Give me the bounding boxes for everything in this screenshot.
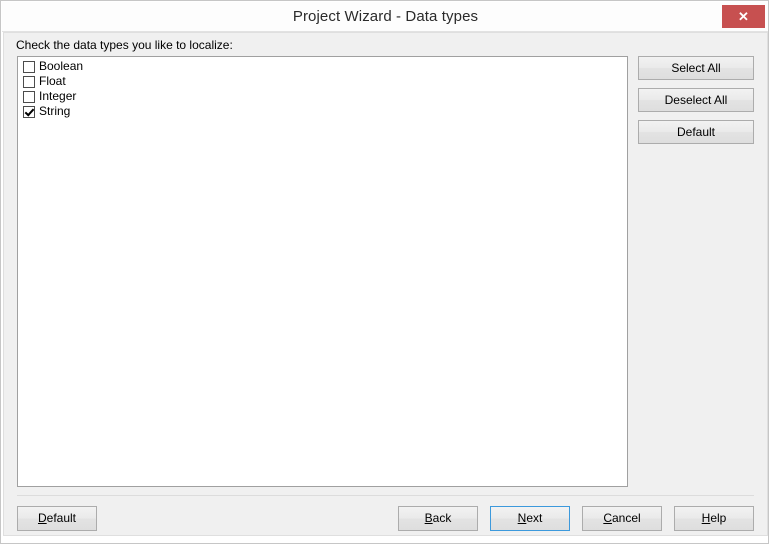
list-item-label: Float (39, 74, 66, 88)
checkbox-integer[interactable] (23, 90, 35, 103)
back-button[interactable]: Back (398, 506, 478, 531)
list-item-label: String (39, 104, 71, 118)
cancel-button[interactable]: Cancel (582, 506, 662, 531)
help-button-label: elp (710, 511, 727, 525)
checkbox-string[interactable] (23, 105, 35, 118)
prompt-label: Check the data types you like to localiz… (16, 38, 233, 52)
footer-separator (17, 495, 754, 496)
next-button[interactable]: Next (490, 506, 570, 531)
close-icon: ✕ (738, 9, 749, 24)
list-actions: Select All Deselect All Default (638, 56, 754, 152)
checkbox-boolean[interactable] (23, 60, 35, 73)
list-item[interactable]: Float (18, 74, 627, 89)
list-item[interactable]: String (18, 104, 627, 119)
next-button-label: ext (526, 511, 543, 525)
window-title: Project Wizard - Data types (292, 8, 479, 25)
data-types-list[interactable]: Boolean Float Integer String (17, 56, 628, 487)
checkbox-float[interactable] (23, 75, 35, 88)
close-button[interactable]: ✕ (722, 5, 765, 28)
select-all-button[interactable]: Select All (638, 56, 754, 80)
default-list-button[interactable]: Default (638, 120, 754, 144)
dialog-body: Check the data types you like to localiz… (3, 32, 768, 536)
cancel-button-label: ancel (611, 511, 641, 525)
default-button-label: efault (46, 511, 77, 525)
list-item-label: Boolean (39, 59, 84, 73)
project-wizard-dialog: Project Wizard - Data types ✕ Check the … (0, 0, 769, 544)
default-button-mnemonic: D (37, 511, 47, 525)
deselect-all-button[interactable]: Deselect All (638, 88, 754, 112)
help-button[interactable]: Help (674, 506, 754, 531)
list-item[interactable]: Integer (18, 89, 627, 104)
title-bar: Project Wizard - Data types ✕ (2, 2, 768, 32)
default-button[interactable]: Default (17, 506, 97, 531)
footer-buttons: Back Next Cancel Help (398, 506, 754, 531)
back-button-label: ack (432, 511, 452, 525)
list-item-label: Integer (39, 89, 77, 103)
cancel-button-mnemonic: C (603, 511, 612, 525)
back-button-mnemonic: B (424, 511, 433, 525)
list-item[interactable]: Boolean (18, 59, 627, 74)
